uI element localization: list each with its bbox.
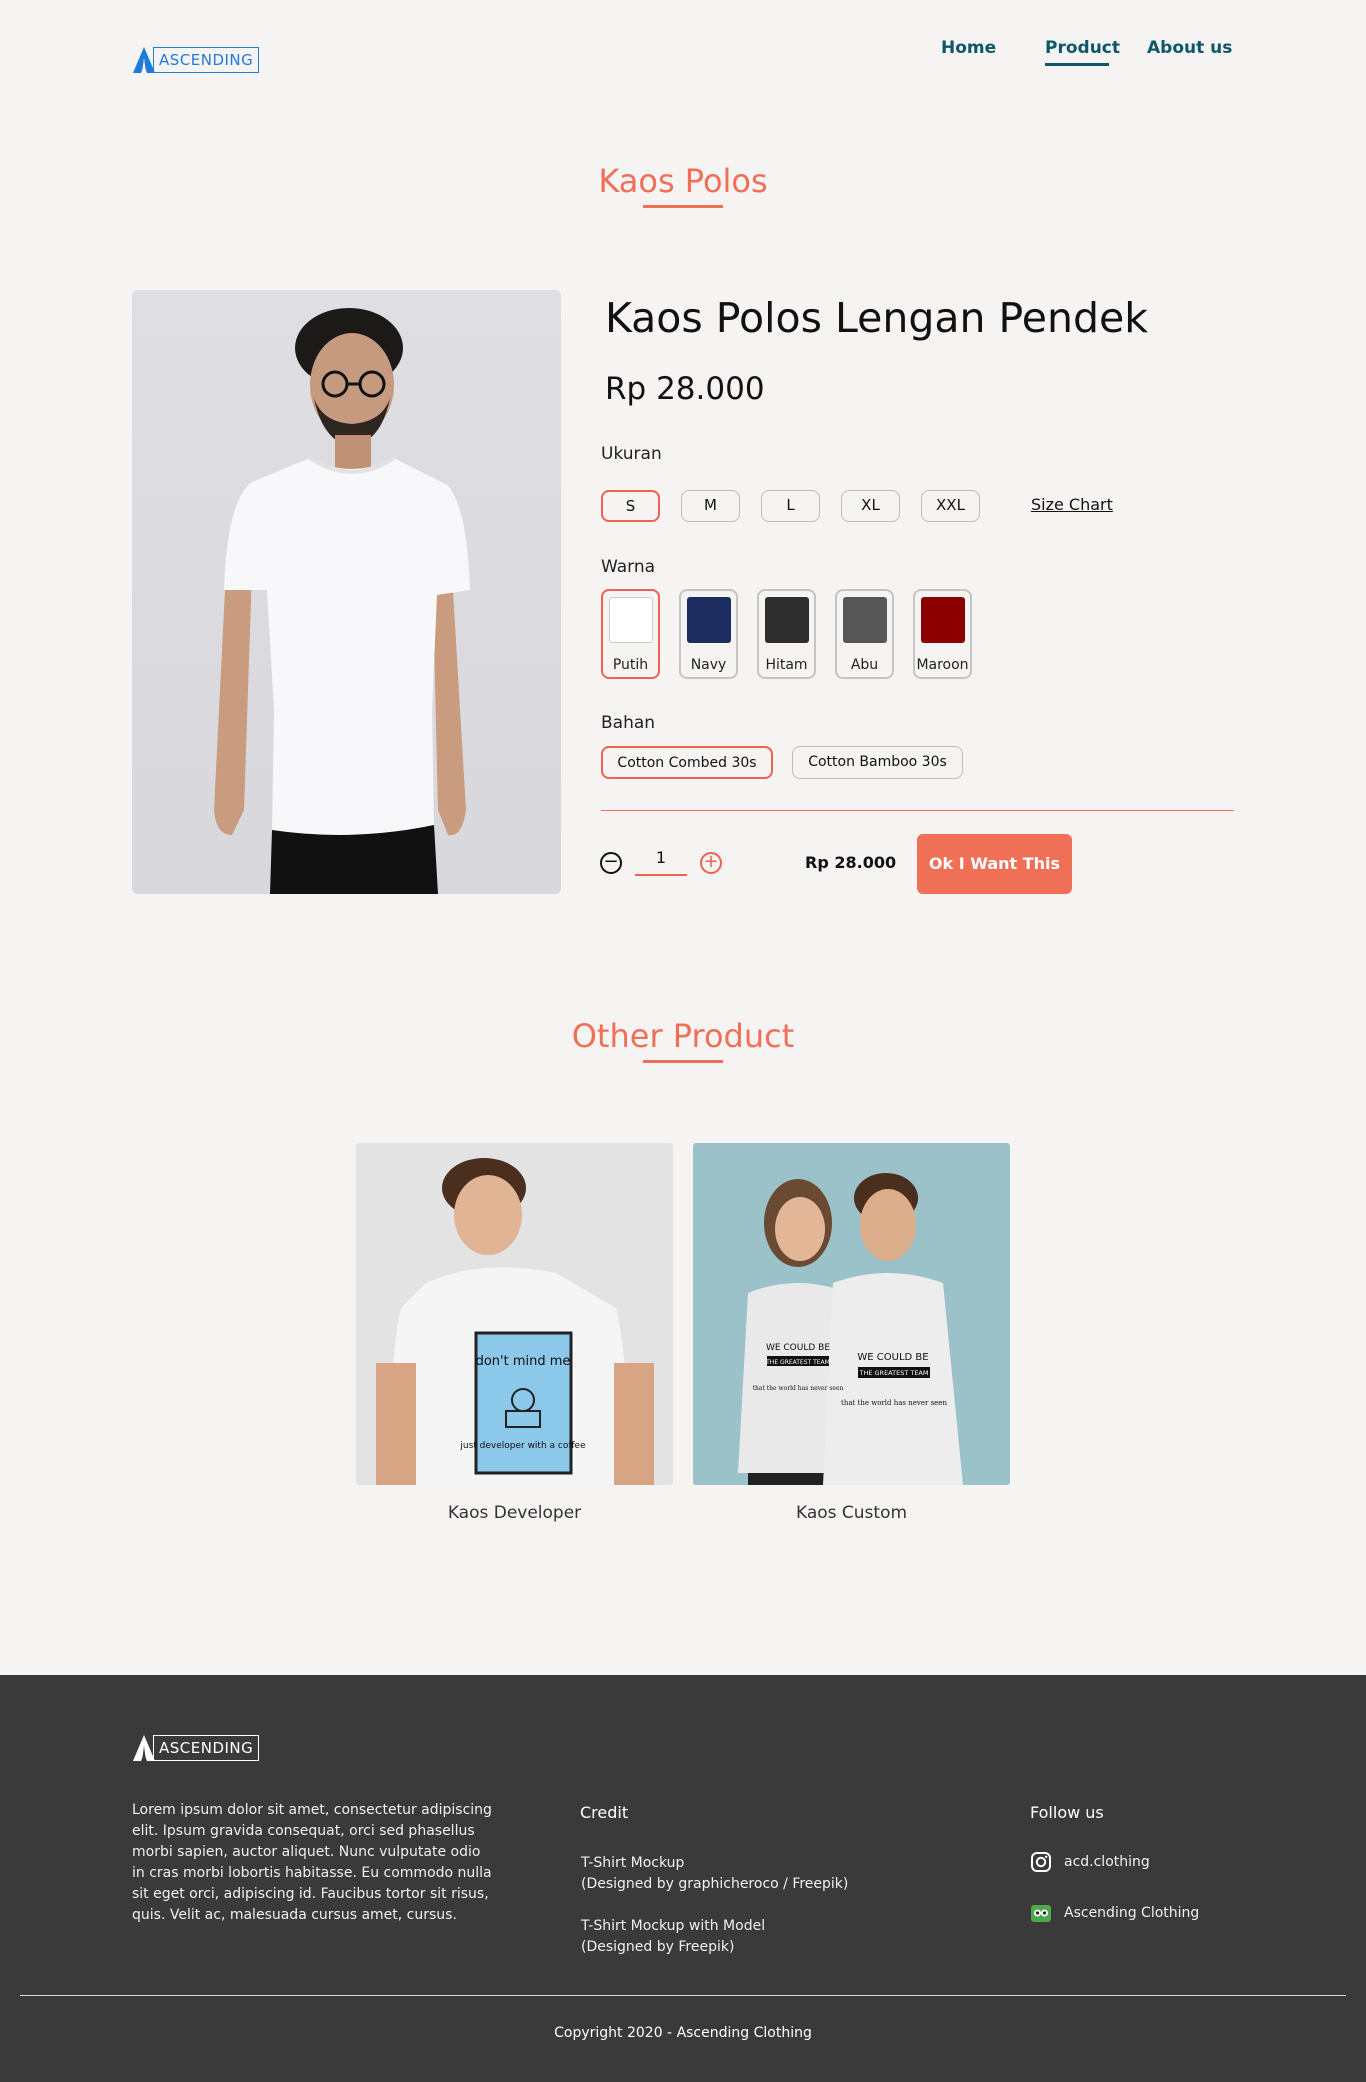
- product-card-developer-image[interactable]: don't mind me just developer with a coff…: [356, 1143, 673, 1485]
- footer-about-text: Lorem ipsum dolor sit amet, consectetur …: [132, 1802, 492, 1923]
- product-image: [132, 290, 561, 894]
- color-option-hitam[interactable]: Hitam: [757, 589, 816, 679]
- social-label: acd.clothing: [1064, 1853, 1150, 1870]
- color-name: Abu: [850, 657, 879, 673]
- material-label: Bahan: [601, 713, 656, 733]
- brand-name: ASCENDING: [153, 47, 260, 73]
- footer-logo[interactable]: ASCENDING: [132, 1733, 260, 1763]
- other-section-title: Other Product: [571, 1017, 795, 1055]
- product-card-developer-label[interactable]: Kaos Developer: [356, 1503, 673, 1523]
- color-swatch: [921, 597, 965, 643]
- credit-heading: Credit: [580, 1803, 629, 1822]
- color-option-maroon[interactable]: Maroon: [913, 589, 972, 679]
- size-option-xl[interactable]: XL: [841, 490, 900, 522]
- color-label: Warna: [601, 557, 656, 577]
- color-swatch: [843, 597, 887, 643]
- product-price: Rp 28.000: [605, 371, 765, 407]
- product-card-custom-label[interactable]: Kaos Custom: [693, 1503, 1010, 1523]
- size-chart-link[interactable]: Size Chart: [1031, 495, 1113, 514]
- credit-item-2-line2: (Designed by Freepik): [581, 1939, 735, 1955]
- footer-divider: [20, 1995, 1346, 1996]
- shirt-print-top: don't mind me: [476, 1354, 571, 1369]
- quantity-increase-button[interactable]: +: [700, 852, 722, 874]
- shirt-print-top: WE COULD BE: [766, 1343, 830, 1353]
- tokopedia-icon: [1031, 1905, 1051, 1922]
- nav-active-indicator: [1045, 63, 1109, 66]
- quantity-decrease-button[interactable]: −: [600, 852, 622, 874]
- section-divider: [601, 810, 1234, 811]
- color-name: Maroon: [916, 657, 969, 673]
- color-swatch: [765, 597, 809, 643]
- nav-home[interactable]: Home: [941, 38, 996, 58]
- total-price: Rp 28.000: [805, 853, 897, 872]
- follow-heading: Follow us: [1030, 1803, 1104, 1822]
- color-option-putih[interactable]: Putih: [601, 589, 660, 679]
- material-option-combed[interactable]: Cotton Combed 30s: [601, 746, 773, 779]
- color-name: Hitam: [765, 657, 808, 673]
- custom-tshirt-illustration: WE COULD BE THE GREATEST TEAM that the w…: [738, 1173, 963, 1485]
- size-option-l[interactable]: L: [761, 490, 820, 522]
- credit-item-1-line2: (Designed by graphicheroco / Freepik): [581, 1876, 849, 1892]
- model-tshirt-illustration: [214, 308, 470, 894]
- shirt-print-bottom: that the world has never seen: [841, 1399, 947, 1407]
- color-swatch: [609, 597, 653, 643]
- shirt-print-bottom: that the world has never seen: [753, 1385, 844, 1392]
- shirt-print-mid: THE GREATEST TEAM: [765, 1359, 830, 1366]
- social-tokopedia[interactable]: Ascending Clothing: [1030, 1902, 1199, 1924]
- material-option-bamboo[interactable]: Cotton Bamboo 30s: [792, 746, 963, 779]
- shirt-print-bottom: just developer with a coffee: [459, 1441, 586, 1451]
- nav-about[interactable]: About us: [1147, 38, 1232, 58]
- size-option-xxl[interactable]: XXL: [921, 490, 980, 522]
- title-underline: [643, 205, 723, 208]
- shirt-print-top: WE COULD BE: [857, 1352, 928, 1363]
- developer-tshirt-illustration: don't mind me just developer with a coff…: [376, 1158, 654, 1485]
- color-option-abu[interactable]: Abu: [835, 589, 894, 679]
- copyright-text: Copyright 2020 - Ascending Clothing: [554, 2025, 812, 2041]
- credit-item-1-line1: T-Shirt Mockup: [581, 1855, 685, 1871]
- product-section-title: Kaos Polos: [598, 162, 768, 200]
- brand-name: ASCENDING: [153, 1735, 260, 1761]
- shirt-print-mid: THE GREATEST TEAM: [858, 1369, 928, 1377]
- quantity-input[interactable]: 1: [635, 848, 687, 876]
- brand-logo[interactable]: ASCENDING: [132, 45, 260, 75]
- credit-item-2-line1: T-Shirt Mockup with Model: [581, 1918, 766, 1934]
- size-label: Ukuran: [601, 444, 662, 464]
- size-option-s[interactable]: S: [601, 490, 660, 522]
- social-instagram[interactable]: acd.clothing: [1030, 1851, 1150, 1873]
- size-option-m[interactable]: M: [681, 490, 740, 522]
- instagram-icon: [1031, 1852, 1051, 1872]
- color-option-navy[interactable]: Navy: [679, 589, 738, 679]
- product-card-custom-image[interactable]: WE COULD BE THE GREATEST TEAM that the w…: [693, 1143, 1010, 1485]
- nav-product[interactable]: Product: [1045, 38, 1120, 58]
- title-underline: [643, 1060, 723, 1063]
- color-name: Putih: [612, 657, 649, 673]
- color-name: Navy: [690, 657, 727, 673]
- social-label: Ascending Clothing: [1064, 1904, 1200, 1921]
- buy-button[interactable]: Ok I Want This: [917, 834, 1072, 894]
- color-swatch: [687, 597, 731, 643]
- product-name: Kaos Polos Lengan Pendek: [605, 294, 1148, 342]
